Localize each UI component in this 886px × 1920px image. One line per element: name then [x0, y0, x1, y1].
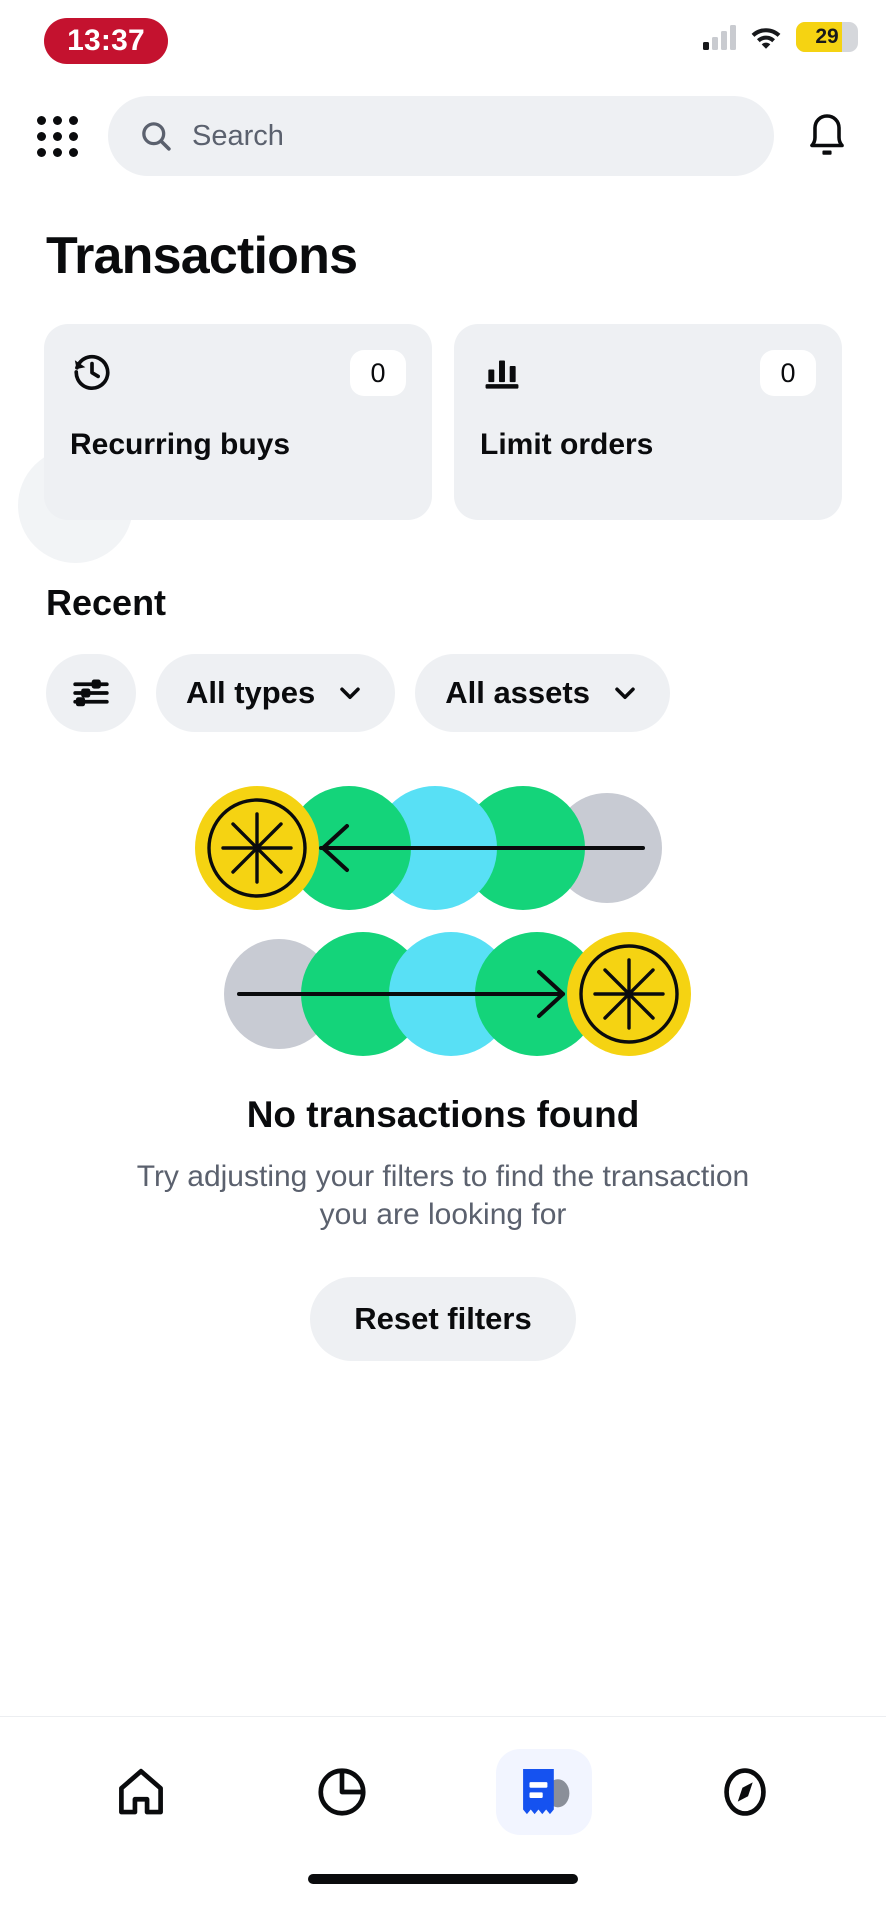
filter-row: All types All assets [0, 624, 886, 732]
tab-portfolio[interactable] [287, 1744, 397, 1840]
reset-filters-button[interactable]: Reset filters [310, 1276, 576, 1361]
chevron-down-icon [340, 687, 360, 699]
sliders-filter-icon[interactable] [46, 654, 136, 732]
chevron-down-icon [615, 687, 635, 699]
battery-icon: 29 [796, 22, 858, 52]
empty-state: No transactions found Try adjusting your… [0, 776, 886, 1361]
status-bar: 13:37 29 [0, 0, 886, 82]
app-screen: 13:37 29 Search Transactions 0 Recurring… [0, 0, 886, 1920]
empty-state-subtitle: Try adjusting your filters to find the t… [136, 1160, 750, 1232]
recurring-buys-label: Recurring buys [70, 428, 291, 461]
all-assets-label: All assets [445, 675, 590, 710]
all-types-label: All types [186, 675, 316, 710]
history-clock-icon [70, 350, 114, 394]
cellular-signal-icon [703, 24, 736, 50]
main-content: Transactions 0 Recurring buys 0 Limit or… [0, 190, 886, 1716]
limit-orders-card[interactable]: 0 Limit orders [454, 324, 842, 520]
tab-home[interactable] [86, 1744, 196, 1840]
search-icon [142, 122, 171, 151]
tab-explore[interactable] [690, 1744, 800, 1840]
limit-orders-label: Limit orders [480, 428, 654, 461]
all-assets-filter-chip[interactable]: All assets [415, 654, 670, 732]
home-indicator [0, 1866, 886, 1920]
home-icon [118, 1768, 163, 1814]
page-title: Transactions [46, 227, 358, 285]
receipt-icon [522, 1768, 570, 1814]
recurring-buys-card[interactable]: 0 Recurring buys [44, 324, 432, 520]
status-bar-indicators: 29 [703, 22, 858, 52]
search-input[interactable]: Search [108, 96, 774, 176]
recurring-buys-count: 0 [350, 350, 406, 396]
transfer-arrows-circles-illustration [173, 776, 713, 1076]
recent-section-title: Recent [46, 582, 167, 623]
pie-chart-icon [318, 1767, 366, 1816]
bar-chart-icon [480, 350, 524, 394]
tab-transactions[interactable] [489, 1744, 599, 1840]
app-grid-icon[interactable] [28, 107, 86, 165]
battery-level: 29 [815, 25, 839, 48]
bell-icon[interactable] [796, 105, 858, 167]
wifi-icon [750, 24, 782, 50]
empty-state-title: No transactions found [246, 1094, 640, 1135]
bottom-tab-bar [0, 1716, 886, 1866]
app-bar: Search [0, 82, 886, 190]
limit-orders-count: 0 [760, 350, 816, 396]
status-bar-clock: 13:37 [44, 18, 168, 64]
summary-cards: 0 Recurring buys 0 Limit orders [0, 286, 886, 520]
compass-icon [724, 1767, 767, 1816]
all-types-filter-chip[interactable]: All types [156, 654, 396, 732]
clock-time: 13:37 [67, 24, 145, 57]
search-placeholder: Search [192, 119, 284, 152]
